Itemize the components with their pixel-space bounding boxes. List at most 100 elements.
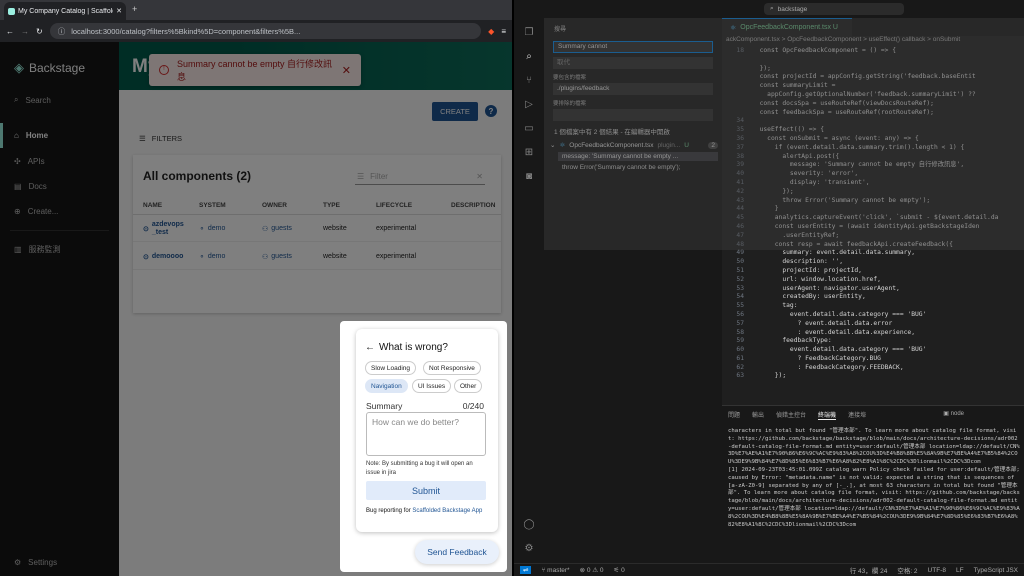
line-number: 56 — [736, 310, 744, 318]
browser-window: My Company Catalog | Scaffolded Backstag… — [0, 0, 512, 576]
code-line: 58 : event.detail.data.experience, — [722, 329, 1024, 338]
feedback-title-text: What is wrong? — [379, 342, 448, 353]
vscode-titlebar: ⌕ backstage — [514, 0, 1024, 18]
terminal-icon: ▣ — [943, 411, 951, 417]
line-number: 62 — [736, 363, 744, 371]
line-number: 53 — [736, 284, 744, 292]
code-line: 49 summary: event.detail.data.summary, — [722, 249, 1024, 258]
url-field[interactable]: ⓘ localhost:3000/catalog?filters%5Bkind%… — [49, 23, 482, 39]
panel-tab-terminal[interactable]: 終端機 — [818, 410, 837, 420]
command-center[interactable]: ⌕ backstage — [764, 3, 904, 15]
panel-tab-problems[interactable]: 問題 — [728, 410, 740, 420]
language-status[interactable]: TypeScript JSX — [974, 567, 1018, 574]
code-text: tag: — [752, 302, 798, 310]
summary-count: 0/240 — [462, 401, 484, 411]
submit-button[interactable]: Submit — [366, 481, 486, 500]
chip-ui-issues[interactable]: UI Issues — [412, 379, 452, 393]
summary-label: Summary — [366, 401, 403, 411]
terminal-output[interactable]: characters in total but found "管理本部". To… — [728, 428, 1020, 529]
back-icon[interactable]: ← — [6, 27, 14, 36]
indent-status[interactable]: 空格: 2 — [897, 565, 917, 575]
bug-report-prefix: Bug reporting for — [366, 508, 413, 514]
search-icon: ⌕ — [770, 5, 774, 12]
reload-icon[interactable]: ↻ — [36, 27, 43, 36]
manage-icon[interactable]: ⚙ — [523, 542, 535, 554]
vscode-window: ⌕ backstage ❐ ⌕ ⑂ ▷ ▭ ⊞ ◙ ◯ ⚙ 搜尋 Summary… — [514, 0, 1024, 576]
remote-icon[interactable]: ▭ — [523, 122, 535, 134]
code-text: createdBy: userEntity, — [752, 293, 866, 301]
line-number: 60 — [736, 346, 744, 354]
address-bar: ← → ↻ ⓘ localhost:3000/catalog?filters%5… — [0, 20, 512, 42]
send-feedback-button[interactable]: Send Feedback — [415, 540, 499, 564]
problems-status[interactable]: ⊗ 0 ⚠ 0 — [580, 566, 604, 574]
close-tab-icon[interactable]: ✕ — [116, 7, 122, 15]
line-number: 55 — [736, 302, 744, 310]
chip-not-responsive[interactable]: Not Responsive — [423, 361, 481, 375]
summary-textarea[interactable]: How can we do better? — [366, 412, 486, 456]
menu-icon[interactable]: ≡ — [501, 27, 506, 36]
search-icon[interactable]: ⌕ — [523, 50, 535, 62]
jira-note: Note: By submitting a bug it will open a… — [366, 461, 473, 476]
site-info-icon[interactable]: ⓘ — [58, 26, 66, 37]
line-number: 50 — [736, 258, 744, 266]
code-line: 61 ? FeedbackCategory.BUG — [722, 355, 1024, 364]
browser-tab[interactable]: My Company Catalog | Scaffolded Backstag… — [4, 2, 126, 20]
code-text: event.detail.data.category === 'BUG' — [752, 346, 927, 354]
code-line: 57 ? event.detail.data.error — [722, 320, 1024, 329]
line-number: 59 — [736, 337, 744, 345]
code-text: description: '', — [752, 258, 843, 266]
back-arrow-icon[interactable]: ← — [365, 342, 375, 353]
code-text: : FeedbackCategory.FEEDBACK, — [752, 363, 904, 371]
branch-name: master* — [547, 566, 570, 574]
code-line: 59 feedbackType: — [722, 337, 1024, 346]
url-text: localhost:3000/catalog?filters%5Bkind%5D… — [71, 26, 301, 36]
ports-count: 0 — [621, 567, 625, 574]
feedback-form: ← What is wrong? Slow Loading Not Respon… — [356, 329, 498, 532]
code-line: 53 userAgent: navigator.userAgent, — [722, 285, 1024, 294]
panel-tab-ports[interactable]: 連接埠 — [848, 410, 866, 420]
encoding-status[interactable]: UTF-8 — [928, 567, 946, 574]
run-debug-icon[interactable]: ▷ — [523, 98, 535, 110]
cursor-position[interactable]: 行 43，欄 24 — [850, 565, 888, 575]
code-line: 51 projectId: projectId, — [722, 267, 1024, 276]
line-number: 58 — [736, 328, 744, 336]
code-line: 62 : FeedbackCategory.FEEDBACK, — [722, 364, 1024, 373]
ports-status[interactable]: ⚟ 0 — [614, 566, 625, 574]
branch-status[interactable]: ⑂ master* — [541, 567, 569, 574]
account-icon[interactable]: ◯ — [523, 518, 535, 530]
code-line: 60 event.detail.data.category === 'BUG' — [722, 346, 1024, 355]
chip-other[interactable]: Other — [454, 379, 483, 393]
docker-icon[interactable]: ◙ — [523, 170, 535, 182]
code-text: }); — [752, 372, 787, 380]
line-number: 61 — [736, 354, 744, 362]
remote-indicator[interactable]: ⇌ — [520, 566, 532, 574]
code-text: summary: event.detail.data.summary, — [752, 249, 916, 257]
explorer-icon[interactable]: ❐ — [523, 26, 535, 38]
ports-icon: ⚟ — [613, 567, 622, 574]
code-line: 50 description: '', — [722, 258, 1024, 267]
bug-report-link[interactable]: Scaffolded Backstage App — [412, 508, 482, 514]
extensions-icon[interactable]: ⊞ — [523, 146, 535, 158]
code-line: 55 tag: — [722, 302, 1024, 311]
forward-icon[interactable]: → — [21, 27, 29, 36]
eol-status[interactable]: LF — [956, 567, 964, 574]
source-control-icon[interactable]: ⑂ — [523, 74, 535, 86]
terminal-panel: 問題 輸出 偵錯主控台 終端機 連接埠 ▣ node characters in… — [722, 405, 1024, 563]
line-number: 63 — [736, 372, 744, 380]
favicon-icon — [8, 7, 15, 15]
code-line: 63 }); — [722, 372, 1024, 381]
brave-icon[interactable]: ◆ — [488, 27, 494, 36]
status-bar: ⇌ ⑂ master* ⊗ 0 ⚠ 0 ⚟ 0 行 43，欄 24 空格: 2 … — [514, 563, 1024, 576]
panel-tab-output[interactable]: 輸出 — [752, 410, 764, 420]
code-text: feedbackType: — [752, 337, 832, 345]
code-text: projectId: projectId, — [752, 266, 862, 274]
chip-navigation[interactable]: Navigation — [365, 379, 408, 393]
panel-tab-debug[interactable]: 偵錯主控台 — [776, 410, 806, 420]
chip-slow-loading[interactable]: Slow Loading — [365, 361, 417, 375]
code-line: 56 event.detail.data.category === 'BUG' — [722, 311, 1024, 320]
new-tab-icon[interactable]: + — [132, 4, 137, 14]
code-text: ? FeedbackCategory.BUG — [752, 354, 881, 362]
terminal-shell-label[interactable]: ▣ node — [943, 410, 964, 417]
code-text: userAgent: navigator.userAgent, — [752, 284, 900, 292]
code-text: event.detail.data.category === 'BUG' — [752, 310, 927, 318]
